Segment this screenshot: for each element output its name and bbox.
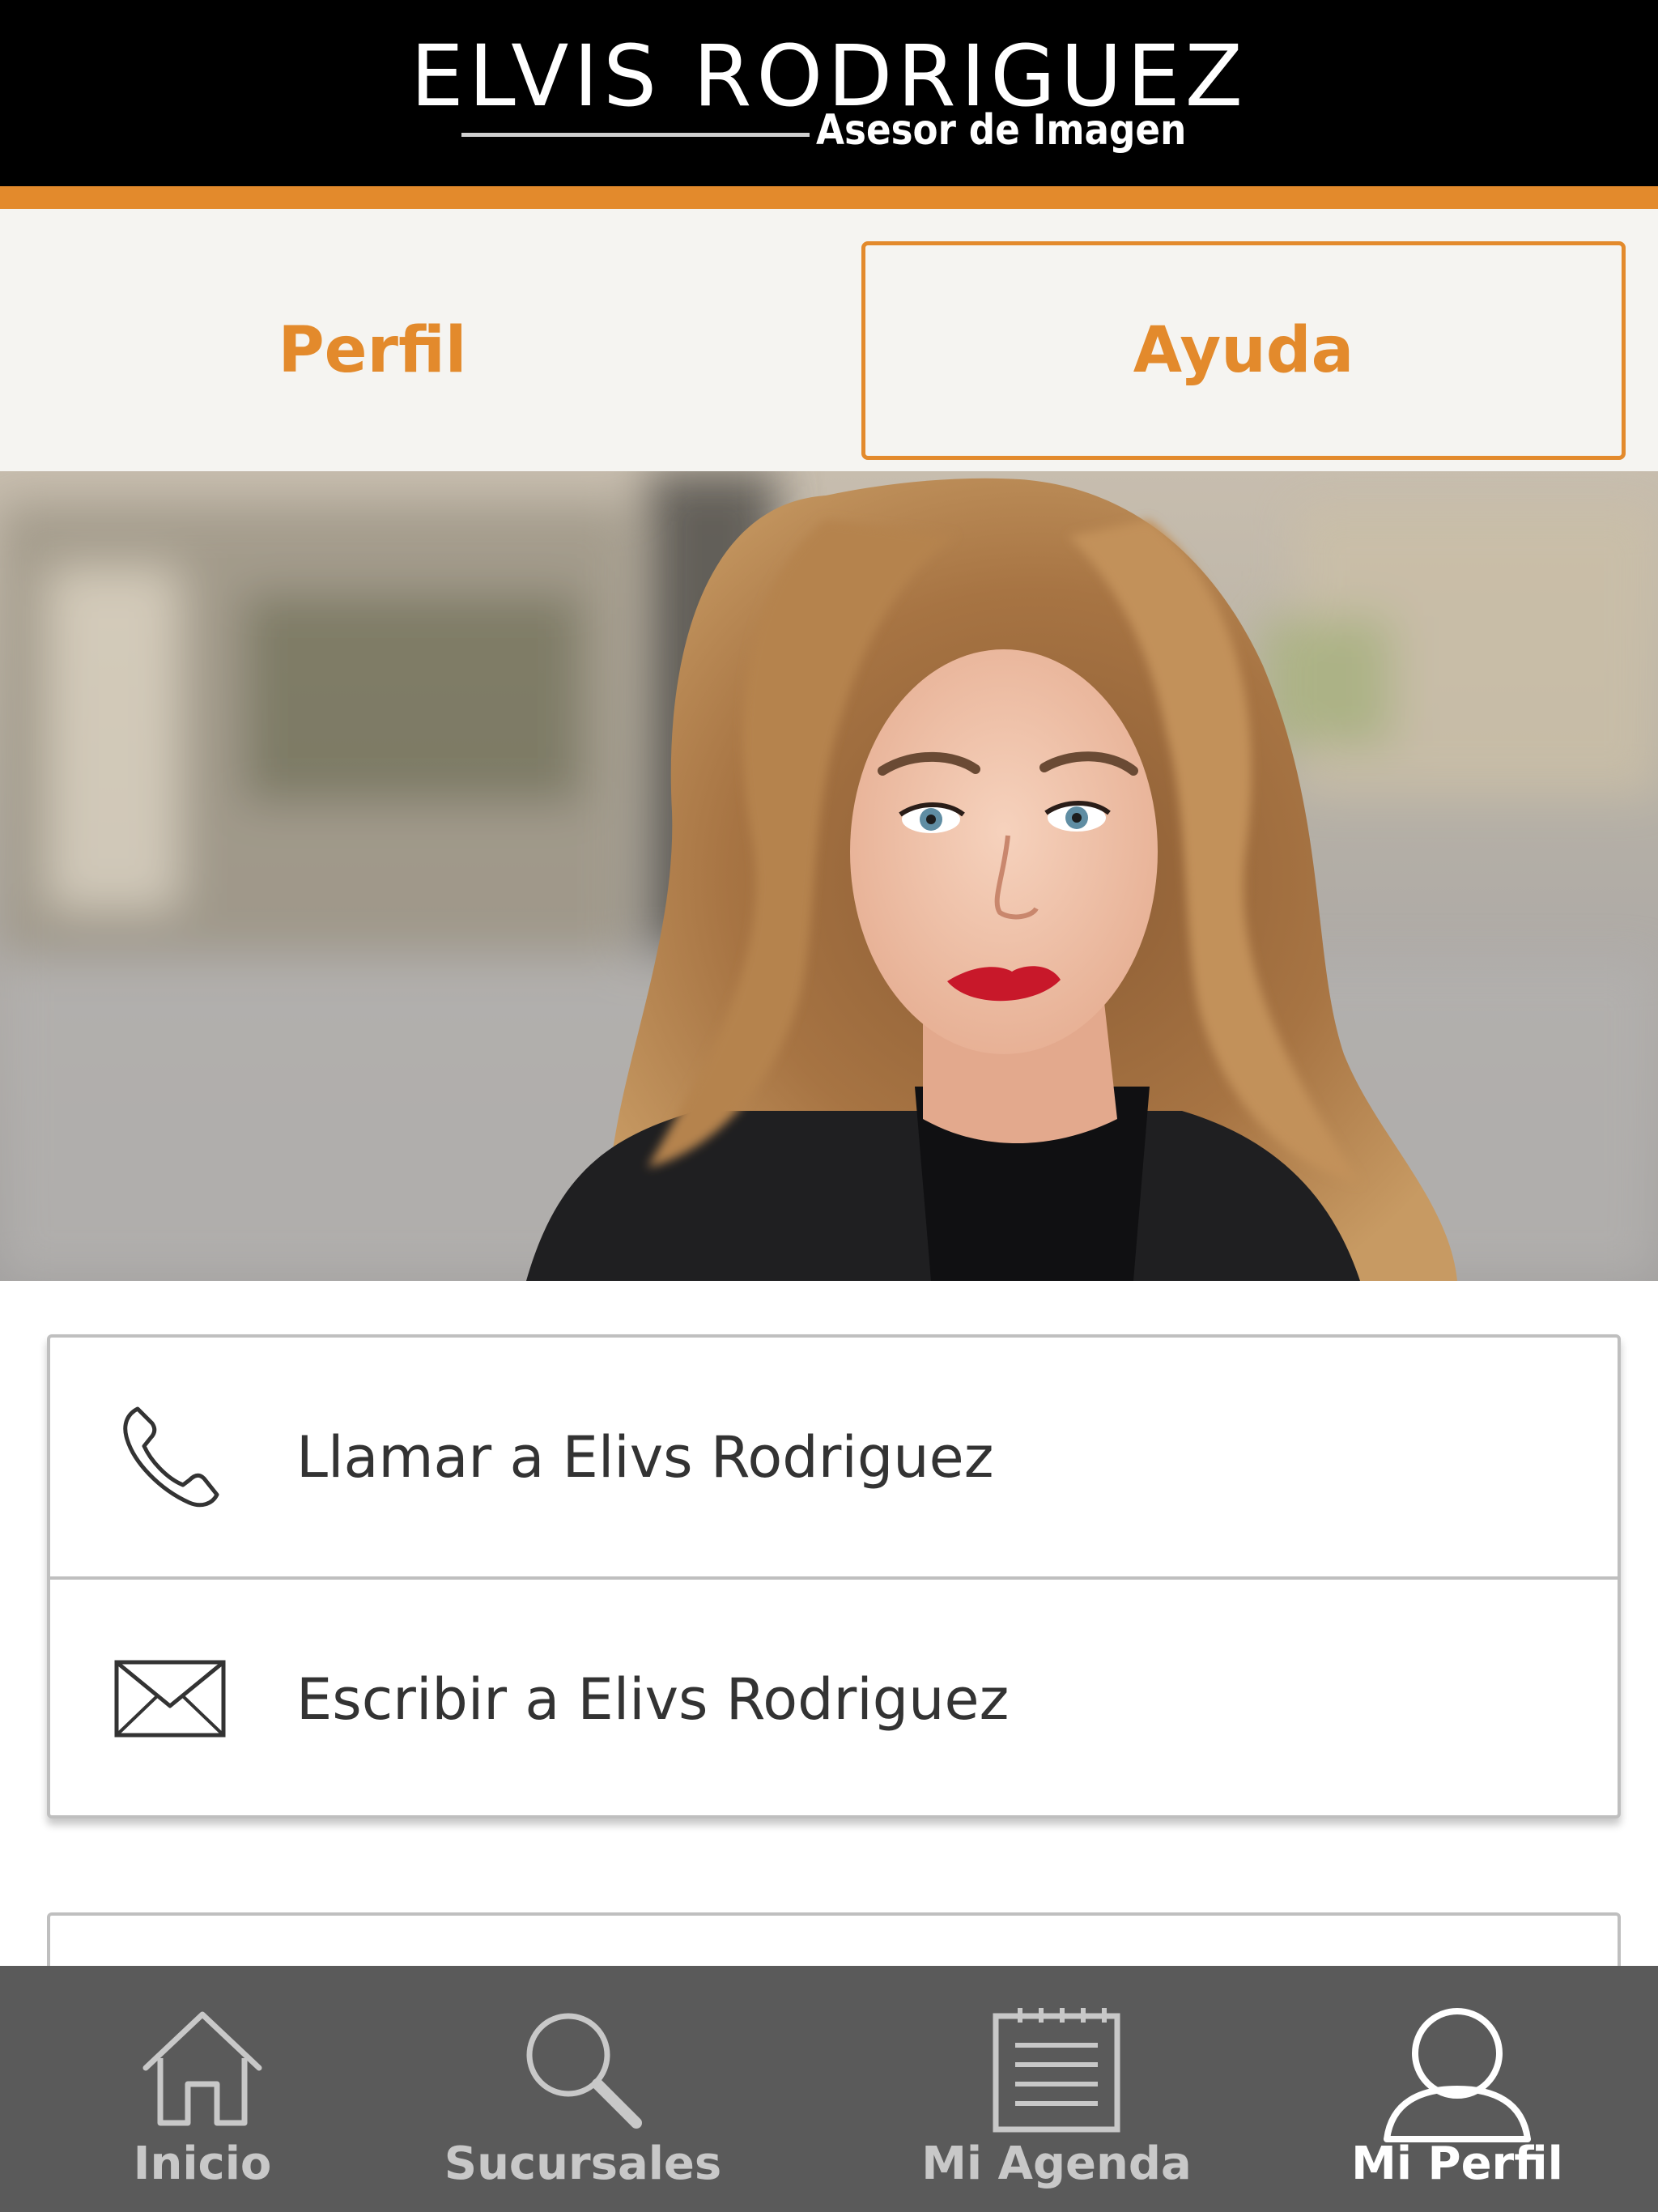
user-icon bbox=[1384, 2008, 1531, 2142]
bottom-nav: Inicio Sucursales Mi Agenda Mi Perfil bbox=[0, 1966, 1658, 2212]
calendar-icon bbox=[993, 2008, 1120, 2133]
call-label: Llamar a Elivs Rodriguez bbox=[296, 1423, 994, 1491]
nav-agenda[interactable]: Mi Agenda bbox=[915, 1966, 1198, 2212]
mail-icon bbox=[114, 1660, 226, 1737]
profile-photo bbox=[0, 471, 1658, 1281]
brand-divider bbox=[461, 133, 810, 137]
tab-ayuda[interactable]: Ayuda bbox=[861, 241, 1626, 460]
nav-agenda-label: Mi Agenda bbox=[921, 2138, 1192, 2190]
home-icon bbox=[142, 2011, 262, 2126]
phone-icon bbox=[123, 1406, 219, 1507]
nav-perfil-label: Mi Perfil bbox=[1351, 2138, 1563, 2190]
nav-inicio[interactable]: Inicio bbox=[81, 1966, 324, 2212]
search-icon bbox=[526, 2013, 642, 2129]
tab-perfil[interactable]: Perfil bbox=[0, 241, 745, 460]
brand-subtitle: Asesor de Imagen bbox=[816, 106, 1187, 155]
email-label: Escribir a Elivs Rodriguez bbox=[296, 1665, 1010, 1733]
photo-illustration bbox=[0, 471, 1658, 1281]
nav-sucursales[interactable]: Sucursales bbox=[437, 1966, 729, 2212]
header-accent-bar bbox=[0, 186, 1658, 209]
app-header: ELVIS RODRIGUEZ Asesor de Imagen bbox=[0, 0, 1658, 186]
email-button[interactable]: Escribir a Elivs Rodriguez bbox=[50, 1580, 1618, 1819]
contact-card: Llamar a Elivs Rodriguez Escribir a Eliv… bbox=[47, 1334, 1621, 1819]
tab-bar: Perfil Ayuda bbox=[0, 209, 1658, 471]
nav-perfil[interactable]: Mi Perfil bbox=[1344, 1966, 1571, 2212]
nav-inicio-label: Inicio bbox=[133, 2138, 272, 2190]
call-button[interactable]: Llamar a Elivs Rodriguez bbox=[50, 1338, 1618, 1576]
nav-sucursales-label: Sucursales bbox=[444, 2138, 722, 2190]
